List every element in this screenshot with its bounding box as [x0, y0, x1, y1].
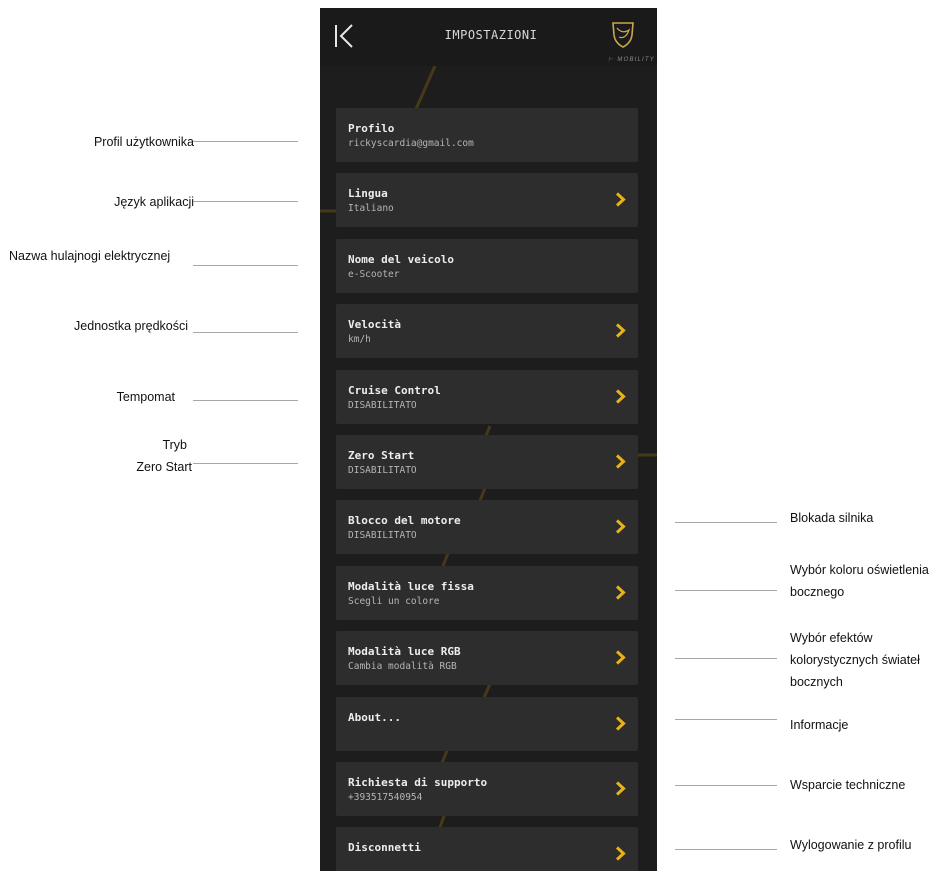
annotation-line: [675, 785, 777, 786]
annotation-line: [675, 719, 777, 720]
settings-item[interactable]: Cruise Control DISABILITATO: [336, 370, 638, 424]
settings-item-subtitle: Cambia modalità RGB: [348, 661, 457, 672]
chevron-right-icon: [615, 781, 626, 796]
annotation-zero-start-1: Tryb: [162, 438, 187, 452]
phone-screen: IMPOSTAZIONI ⊢ MOBILITY Profilo rickyscar…: [320, 8, 657, 871]
settings-item-subtitle: Scegli un colore: [348, 596, 440, 607]
settings-item-title: Velocità: [348, 318, 401, 331]
settings-item[interactable]: About...: [336, 697, 638, 751]
lamborghini-logo-icon: [612, 22, 634, 48]
chevron-right-icon: [615, 192, 626, 207]
annotation-rgb-effects-3: bocznych: [790, 675, 843, 689]
mobility-label: MOBILITY: [617, 57, 655, 63]
annotation-line: [193, 463, 298, 464]
settings-item-subtitle: DISABILITATO: [348, 465, 417, 476]
annotation-logout: Wylogowanie z profilu: [790, 838, 912, 852]
annotation-rgb-effects-2: kolorystycznych świateł: [790, 653, 920, 667]
annotation-line: [675, 849, 777, 850]
settings-item-title: Modalità luce RGB: [348, 645, 461, 658]
annotation-rgb-effects-1: Wybór efektów: [790, 631, 873, 645]
settings-item-title: Zero Start: [348, 449, 415, 462]
chevron-right-icon: [615, 650, 626, 665]
settings-item-title: Richiesta di supporto: [348, 776, 488, 789]
settings-item[interactable]: Profilo rickyscardia@gmail.com: [336, 108, 638, 162]
settings-item-title: About...: [348, 711, 401, 724]
annotation-engine-lock: Blokada silnika: [790, 511, 874, 525]
settings-item[interactable]: Richiesta di supporto +393517540954: [336, 762, 638, 816]
settings-item[interactable]: Lingua Italiano: [336, 173, 638, 227]
app-header: IMPOSTAZIONI ⊢ MOBILITY: [320, 8, 657, 66]
annotation-line: [675, 522, 777, 523]
settings-item-subtitle: e-Scooter: [348, 269, 400, 280]
settings-item-title: Blocco del motore: [348, 514, 461, 527]
chevron-right-icon: [615, 716, 626, 731]
annotation-side-color-1: Wybór koloru oświetlenia: [790, 563, 929, 577]
settings-item-title: Disconnetti: [348, 841, 421, 854]
annotation-line: [193, 141, 298, 142]
annotation-speed-unit: Jednostka prędkości: [74, 319, 188, 333]
settings-item-subtitle: Italiano: [348, 203, 394, 214]
chevron-right-icon: [615, 454, 626, 469]
annotation-profile: Profil użytkownika: [93, 135, 194, 149]
settings-item-title: Lingua: [348, 187, 388, 200]
settings-item[interactable]: Modalità luce fissa Scegli un colore: [336, 566, 638, 620]
settings-item[interactable]: Zero Start DISABILITATO: [336, 435, 638, 489]
settings-item-subtitle: DISABILITATO: [348, 530, 417, 541]
settings-item[interactable]: Blocco del motore DISABILITATO: [336, 500, 638, 554]
annotation-line: [193, 265, 298, 266]
settings-item[interactable]: Modalità luce RGB Cambia modalità RGB: [336, 631, 638, 685]
chevron-right-icon: [615, 585, 626, 600]
settings-item-title: Modalità luce fissa: [348, 580, 474, 593]
settings-item-subtitle: rickyscardia@gmail.com: [348, 138, 474, 149]
chevron-right-icon: [615, 519, 626, 534]
chevron-right-icon: [615, 846, 626, 861]
annotation-about: Informacje: [790, 718, 849, 732]
settings-item-subtitle: DISABILITATO: [348, 400, 417, 411]
annotation-side-color-2: bocznego: [790, 585, 845, 599]
annotation-cruise-control: Tempomat: [116, 390, 175, 404]
annotation-line: [675, 590, 777, 591]
page-title: IMPOSTAZIONI: [444, 28, 538, 42]
settings-item-subtitle: km/h: [348, 334, 371, 345]
annotation-line: [193, 332, 298, 333]
chevron-right-icon: [615, 323, 626, 338]
settings-item-title: Profilo: [348, 122, 395, 135]
settings-item-subtitle: +393517540954: [348, 792, 423, 803]
settings-item[interactable]: Velocità km/h: [336, 304, 638, 358]
annotation-vehicle-name: Nazwa hulajnogi elektrycznej: [9, 249, 171, 263]
settings-item[interactable]: Nome del veicolo e-Scooter: [336, 239, 638, 293]
settings-item-title: Cruise Control: [348, 384, 441, 397]
annotation-zero-start-2: Zero Start: [136, 460, 192, 474]
annotation-line: [675, 658, 777, 659]
annotation-line: [193, 400, 298, 401]
annotation-language: Język aplikacji: [114, 195, 194, 209]
chevron-right-icon: [615, 389, 626, 404]
settings-item[interactable]: Disconnetti: [336, 827, 638, 871]
annotation-support: Wsparcie techniczne: [790, 778, 906, 792]
mobility-brand: ⊢ MOBILITY: [608, 57, 655, 63]
settings-item-title: Nome del veicolo: [348, 253, 454, 266]
annotation-line: [193, 201, 298, 202]
